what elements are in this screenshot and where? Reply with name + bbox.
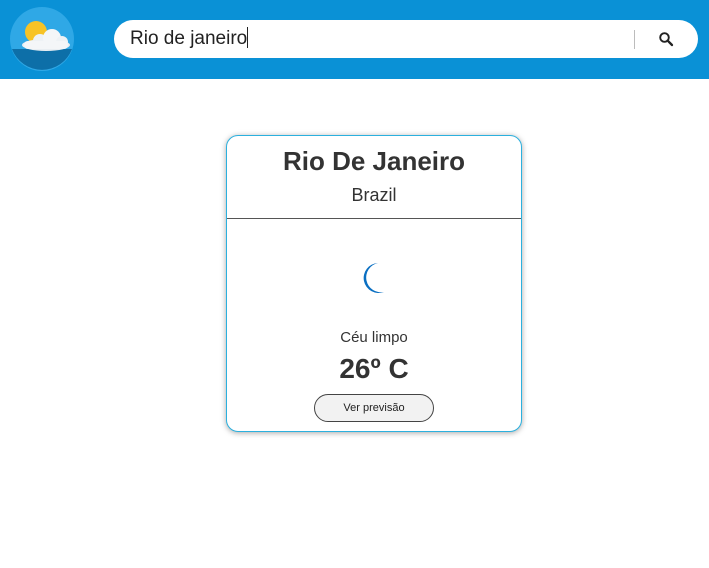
card-divider: [227, 218, 521, 219]
weather-card: Rio De Janeiro Brazil Céu limpo 26º C Ve…: [226, 135, 522, 432]
country-name: Brazil: [351, 185, 397, 205]
text-caret: [247, 27, 249, 48]
temperature: 26º C: [339, 353, 409, 384]
header-bar: Rio de janeiro: [0, 0, 709, 79]
crescent-moon-icon: [358, 261, 390, 295]
search-icon: [659, 32, 674, 47]
sun-cloud-icon[interactable]: [10, 7, 74, 71]
search-box: Rio de janeiro: [114, 20, 698, 58]
city-name: Rio De Janeiro: [282, 146, 466, 176]
search-divider: [634, 30, 635, 49]
search-input-value: Rio de janeiro: [130, 28, 248, 49]
search-button[interactable]: [654, 27, 678, 51]
weather-condition: Céu limpo: [340, 329, 408, 346]
view-forecast-button[interactable]: Ver previsão: [314, 394, 434, 422]
search-input[interactable]: Rio de janeiro: [130, 20, 630, 58]
